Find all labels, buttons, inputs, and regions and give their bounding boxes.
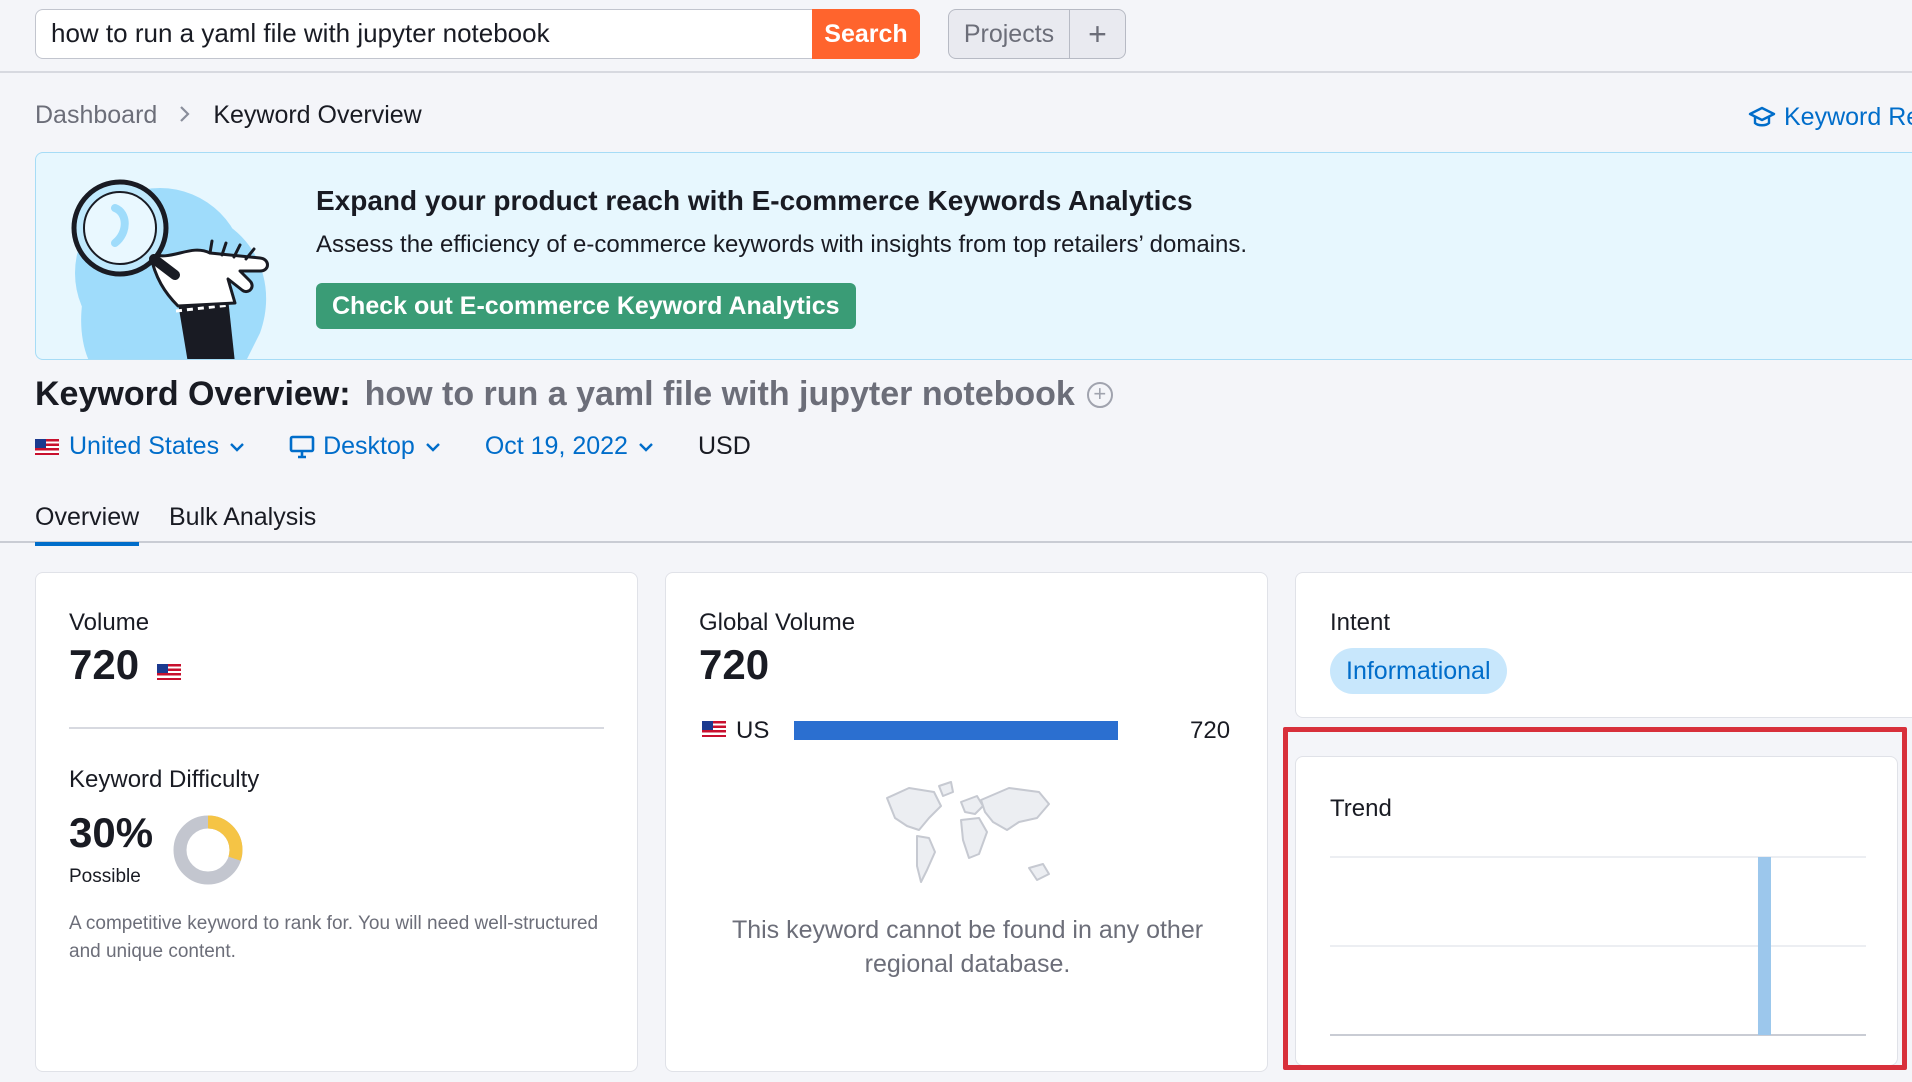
intent-badge[interactable]: Informational bbox=[1330, 648, 1507, 694]
promo-title: Expand your product reach with E-commerc… bbox=[316, 185, 1193, 216]
breadcrumb-current: Keyword Overview bbox=[213, 101, 422, 129]
volume-card: Volume 720 Keyword Difficulty 30% Possib… bbox=[35, 572, 638, 1072]
chevron-down-icon bbox=[425, 442, 440, 452]
world-map-icon bbox=[886, 781, 1050, 883]
ecommerce-analytics-button[interactable]: Check out E-commerce Keyword Analytics bbox=[316, 283, 856, 329]
date-selector-label: Oct 19, 2022 bbox=[484, 432, 628, 460]
trend-card: Trend bbox=[1295, 756, 1898, 1066]
magnifier-hand-illustration bbox=[71, 179, 269, 359]
chevron-down-icon bbox=[230, 442, 244, 452]
graduation-cap-icon bbox=[1748, 106, 1776, 126]
global-volume-card: Global Volume 720 US 720 This keyword ca… bbox=[665, 572, 1268, 1072]
us-flag-icon bbox=[702, 721, 726, 737]
device-selector-label: Desktop bbox=[323, 432, 415, 460]
tabs-bar: Overview Bulk Analysis bbox=[0, 497, 1912, 546]
chevron-down-icon bbox=[639, 442, 653, 452]
intent-label: Intent bbox=[1330, 609, 1391, 636]
date-selector[interactable]: Oct 19, 2022 bbox=[485, 432, 654, 461]
chevron-right-icon bbox=[179, 103, 191, 129]
currency-label: USD bbox=[697, 432, 751, 460]
us-flag-icon bbox=[35, 438, 59, 455]
search-input[interactable] bbox=[36, 10, 806, 57]
keyword-difficulty-label: Keyword Difficulty bbox=[69, 766, 260, 793]
country-code: US bbox=[736, 717, 770, 744]
keyword-research-link[interactable]: Keyword Re bbox=[1748, 103, 1912, 132]
breadcrumb: Dashboard Keyword Overview bbox=[35, 101, 422, 130]
country-volume-value: 720 bbox=[1190, 717, 1231, 744]
top-bar: × Search Projects + bbox=[0, 0, 1912, 73]
keyword-difficulty-value: 30% bbox=[69, 809, 154, 856]
page-title-query: how to run a yaml file with jupyter note… bbox=[364, 375, 1075, 413]
global-volume-label: Global Volume bbox=[699, 609, 856, 636]
keyword-difficulty-status: Possible bbox=[69, 866, 141, 887]
add-project-button[interactable]: + bbox=[1070, 10, 1125, 58]
divider bbox=[69, 727, 604, 729]
add-to-list-icon[interactable]: + bbox=[1086, 381, 1113, 408]
no-regional-data-text: This keyword cannot be found in any othe… bbox=[731, 916, 1204, 978]
country-volume-bar bbox=[794, 721, 1118, 740]
country-selector[interactable]: United States bbox=[35, 432, 245, 461]
desktop-icon bbox=[289, 435, 315, 458]
country-selector-label: United States bbox=[69, 432, 220, 460]
page-title: Keyword Overview: how to run a yaml file… bbox=[35, 375, 1113, 414]
volume-label: Volume bbox=[69, 609, 150, 636]
device-selector[interactable]: Desktop bbox=[289, 432, 441, 461]
trend-chart bbox=[1330, 856, 1866, 1036]
us-flag-icon bbox=[157, 664, 181, 680]
keyword-difficulty-description: A competitive keyword to rank for. You w… bbox=[69, 913, 599, 962]
tab-overview[interactable]: Overview bbox=[35, 503, 140, 546]
country-volume-track bbox=[794, 721, 1118, 740]
projects-button[interactable]: Projects bbox=[949, 10, 1070, 58]
projects-group: Projects + bbox=[948, 9, 1126, 59]
promo-text: Assess the efficiency of e-commerce keyw… bbox=[316, 231, 1248, 258]
tab-bulk-analysis[interactable]: Bulk Analysis bbox=[169, 503, 316, 542]
search-box[interactable]: × bbox=[35, 9, 920, 59]
trend-label: Trend bbox=[1330, 795, 1392, 822]
promo-banner: Expand your product reach with E-commerc… bbox=[35, 152, 1912, 360]
page-title-label: Keyword Overview: bbox=[35, 375, 351, 413]
intent-card: Intent Informational bbox=[1295, 572, 1912, 718]
volume-value: 720 bbox=[69, 641, 140, 688]
keyword-research-link-label: Keyword Re bbox=[1784, 103, 1912, 131]
filters-bar: United States Desktop Oct 19, 2022 USD bbox=[35, 432, 751, 461]
search-button[interactable]: Search bbox=[812, 9, 920, 59]
keyword-difficulty-donut bbox=[173, 815, 243, 885]
trend-bar bbox=[1757, 857, 1771, 1035]
breadcrumb-dashboard[interactable]: Dashboard bbox=[35, 101, 157, 130]
global-volume-value: 720 bbox=[699, 641, 770, 688]
